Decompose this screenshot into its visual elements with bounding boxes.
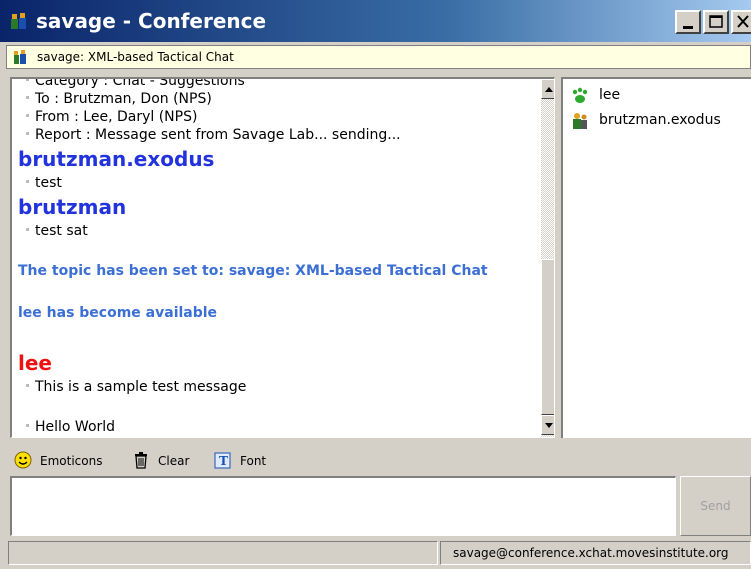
status-pane-right: savage@conference.xchat.movesinstitute.o…: [440, 541, 751, 565]
chat-scrollbar[interactable]: [541, 79, 554, 437]
person-icon: [573, 113, 587, 129]
clear-button[interactable]: Clear: [132, 450, 202, 472]
title-bar[interactable]: savage - Conference: [0, 0, 751, 42]
message-sender: brutzman: [18, 195, 127, 219]
smiley-icon: [14, 451, 32, 469]
message-sender: brutzman.exodus: [18, 147, 215, 171]
maximize-button[interactable]: [703, 10, 729, 34]
message-text: This is a sample test message: [18, 379, 246, 395]
close-button[interactable]: [731, 10, 751, 34]
report-line: From : Lee, Daryl (NPS): [18, 109, 197, 125]
system-message: lee has become available: [18, 305, 218, 321]
participant-list: lee brutzman.exodus: [561, 77, 751, 438]
status-pane-left: [8, 541, 438, 565]
scroll-down-button[interactable]: [541, 415, 554, 435]
emoticons-label: Emoticons: [40, 454, 103, 468]
message-input[interactable]: [10, 476, 676, 536]
conference-window: savage - Conference savage: XML-based Ta…: [0, 0, 751, 569]
send-button[interactable]: Send: [680, 476, 751, 536]
system-message: The topic has been set to: savage: XML-b…: [18, 263, 488, 279]
participant-name: brutzman.exodus: [599, 112, 721, 128]
arrow-up-icon: [545, 87, 553, 92]
message-text: test: [18, 175, 62, 191]
topic-text: savage: XML-based Tactical Chat: [37, 50, 234, 64]
conference-people-icon: [11, 13, 26, 29]
font-label: Font: [240, 454, 267, 468]
minimize-button[interactable]: [675, 10, 701, 34]
status-server-address: savage@conference.xchat.movesinstitute.o…: [453, 546, 729, 560]
topic-bar: savage: XML-based Tactical Chat: [6, 45, 751, 69]
report-line: Report : Message sent from Savage Lab...…: [18, 127, 401, 143]
message-text: Hello World: [18, 419, 115, 435]
paw-available-icon: [572, 87, 588, 103]
message-sender: lee: [18, 351, 52, 375]
conference-people-icon: [14, 50, 26, 64]
trash-icon: [135, 452, 147, 469]
clear-label: Clear: [158, 454, 190, 468]
emoticons-button[interactable]: Emoticons: [14, 450, 114, 472]
report-line: Category : Chat - Suggestions: [18, 79, 245, 89]
message-text: test sat: [18, 223, 88, 239]
svg-text:T: T: [219, 454, 228, 468]
minimize-icon: [683, 26, 693, 29]
scroll-up-button[interactable]: [541, 79, 554, 99]
maximize-icon: [709, 15, 723, 28]
chat-transcript[interactable]: Category : Chat - Suggestions To : Brutz…: [10, 77, 555, 438]
close-icon: [737, 15, 749, 28]
participant-name: lee: [599, 87, 621, 103]
chat-toolbar: Emoticons Clear T Font: [0, 448, 751, 474]
arrow-down-icon: [545, 423, 553, 428]
font-button[interactable]: T Font: [214, 450, 274, 472]
scroll-thumb[interactable]: [541, 259, 554, 415]
font-icon: T: [214, 452, 231, 469]
window-title: savage - Conference: [36, 9, 267, 33]
report-line: To : Brutzman, Don (NPS): [18, 91, 212, 107]
